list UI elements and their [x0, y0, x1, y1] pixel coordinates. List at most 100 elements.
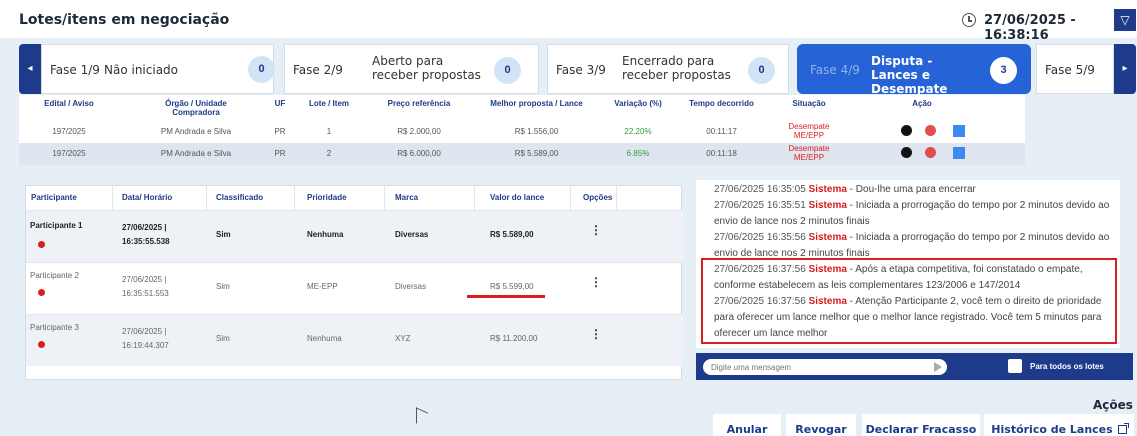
info-icon[interactable] [901, 147, 912, 158]
anular-button[interactable]: Anular [713, 414, 781, 436]
annotation-underline [467, 295, 545, 298]
col-marca: Marca [395, 193, 419, 202]
col-participante: Participante [31, 193, 77, 202]
phase-2[interactable]: Fase 2/9 Aberto para receber propostas 0 [284, 44, 539, 94]
bids-table-header: Participante Data/ Horário Classificado … [26, 186, 683, 210]
lot-row[interactable]: 197/2025 PM Andrada e Silva PR 1 R$ 2.00… [19, 121, 1025, 143]
phase-name: Disputa - Lances e Desempate [871, 54, 948, 96]
phase-count-badge: 0 [248, 56, 275, 83]
col-lote: Lote / Item [309, 99, 350, 108]
more-options-icon[interactable]: ⋮ [590, 327, 602, 341]
phase-number: Fase 1/9 [50, 63, 100, 77]
declarar-fracasso-button[interactable]: Declarar Fracasso [862, 414, 980, 436]
bid-date: 27/06/2025 | [122, 327, 167, 336]
lot-best-bid: R$ 1.556,00 [514, 127, 559, 136]
col-variacao: Variação (%) [614, 99, 662, 108]
lot-reference-price: R$ 2.000,00 [397, 127, 441, 136]
bid-brand: XYZ [395, 334, 411, 343]
bid-date: 27/06/2025 | [122, 275, 167, 284]
bid-date: 27/06/2025 | [122, 223, 167, 232]
phase-3[interactable]: Fase 3/9 Encerrado para receber proposta… [547, 44, 789, 94]
historico-lances-button[interactable]: Histórico de Lances [984, 414, 1134, 436]
phase-1[interactable]: Fase 1/9 Não iniciado 0 [41, 44, 275, 94]
lot-edital: 197/2025 [52, 127, 86, 136]
external-link-icon [1117, 423, 1129, 434]
phase-name: Não iniciado [104, 63, 179, 77]
bid-time: 16:19:44.307 [122, 341, 169, 350]
col-preco: Preço referência [387, 99, 451, 108]
lot-orgao: PM Andrada e Silva [160, 149, 232, 158]
filter-icon[interactable]: ▽ [1114, 9, 1136, 31]
status-dot [38, 241, 45, 248]
lot-row[interactable]: 197/2025 PM Andrada e Silva PR 2 R$ 6.00… [19, 143, 1025, 165]
chat-icon[interactable] [953, 147, 965, 159]
lot-orgao: PM Andrada e Silva [160, 127, 232, 136]
chat-icon[interactable] [953, 125, 965, 137]
col-prioridade: Prioridade [307, 193, 347, 202]
lot-number: 1 [326, 127, 332, 136]
annotation-highlight-box [701, 258, 1117, 344]
lot-status: Desempate ME/EPP [788, 144, 830, 162]
col-uf: UF [274, 99, 286, 108]
lot-uf: PR [274, 149, 286, 158]
phase-number: Fase 2/9 [293, 63, 343, 77]
alarm-icon[interactable] [925, 125, 936, 136]
bid-brand: Diversas [395, 282, 427, 291]
bid-value: R$ 5.599,00 [490, 282, 534, 291]
col-melhor: Melhor proposta / Lance [490, 99, 583, 108]
phase-number: Fase 4/9 [810, 63, 860, 77]
bid-priority: ME-EPP [307, 282, 338, 291]
phase-name: Encerrado para receber propostas [622, 54, 731, 82]
phase-5[interactable]: Fase 5/9 [1036, 44, 1114, 94]
bid-classified: Sim [216, 282, 230, 291]
col-data: Data/ Horário [122, 193, 173, 202]
phase-number: Fase 3/9 [556, 63, 606, 77]
lot-elapsed-time: 00:11:18 [706, 149, 737, 158]
all-lots-checkbox[interactable] [1008, 359, 1022, 373]
col-tempo: Tempo decorrido [689, 99, 754, 108]
alarm-icon[interactable] [925, 147, 936, 158]
bid-participant: Participante 2 [30, 271, 79, 280]
phase-next-button[interactable]: ▸ [1114, 44, 1136, 94]
more-options-icon[interactable]: ⋮ [590, 223, 602, 237]
bid-value: R$ 5.589,00 [490, 230, 534, 239]
more-options-icon[interactable]: ⋮ [590, 275, 602, 289]
phase-number: Fase 5/9 [1045, 63, 1095, 77]
phase-4[interactable]: Fase 4/9 Disputa - Lances e Desempate 3 [797, 44, 1031, 96]
all-lots-label: Para todos os lotes [1030, 362, 1104, 371]
page-title: Lotes/itens em negociação [19, 12, 230, 28]
lot-uf: PR [274, 127, 286, 136]
bid-classified: Sim [216, 230, 231, 239]
chat-message-input[interactable] [703, 359, 947, 375]
lot-variation: 6.85% [626, 149, 650, 158]
bid-priority: Nenhuma [307, 230, 344, 239]
lot-edital: 197/2025 [52, 149, 86, 158]
phase-prev-button[interactable]: ◂ [19, 44, 41, 94]
send-icon[interactable] [934, 362, 942, 372]
phase-count-badge: 0 [494, 57, 521, 84]
bid-time: 16:35:51.553 [122, 289, 169, 298]
clock-icon [962, 13, 976, 27]
lot-number: 2 [326, 149, 332, 158]
status-dot [38, 289, 45, 296]
col-opcoes: Opções [583, 193, 613, 202]
bid-row[interactable]: Participante 2 27/06/2025 | 16:35:51.553… [26, 262, 683, 314]
col-orgao: Órgão / Unidade Compradora [165, 99, 227, 117]
lot-elapsed-time: 00:11:17 [706, 127, 737, 136]
lots-table-header: Edital / Aviso Órgão / Unidade Comprador… [19, 95, 1025, 121]
phase-count-badge: 3 [990, 57, 1017, 84]
lot-reference-price: R$ 6.000,00 [397, 149, 441, 158]
info-icon[interactable] [901, 125, 912, 136]
revogar-button[interactable]: Revogar [786, 414, 856, 436]
bid-row[interactable]: Participante 1 27/06/2025 | 16:35:55.538… [26, 210, 683, 262]
bid-participant: Participante 1 [30, 221, 83, 230]
bid-priority: Nenhuma [307, 334, 342, 343]
mouse-cursor-icon [416, 407, 428, 429]
status-dot [38, 341, 45, 348]
col-acao: Ação [912, 99, 932, 108]
bid-value: R$ 11.200,00 [490, 334, 538, 343]
bid-row[interactable]: Participante 3 27/06/2025 | 16:19:44.307… [26, 314, 683, 366]
col-classificado: Classificado [216, 193, 264, 202]
col-edital: Edital / Aviso [44, 99, 94, 108]
lot-variation: 22.20% [624, 127, 652, 136]
